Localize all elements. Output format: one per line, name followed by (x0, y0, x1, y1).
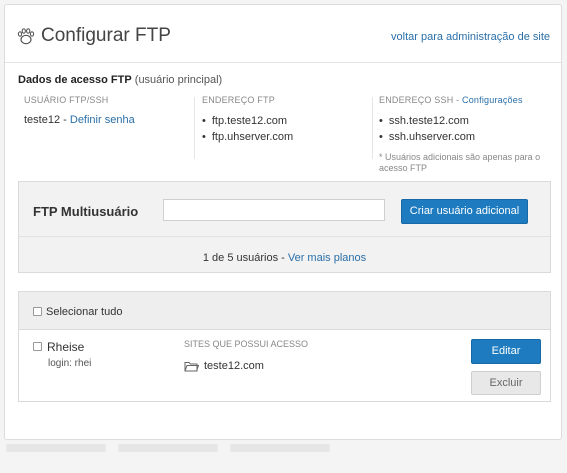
user-col-label: USUÁRIO FTP/SSH (24, 95, 109, 105)
column-divider (372, 97, 373, 159)
ssh-label-text: ENDEREÇO SSH (379, 95, 454, 105)
ssh-note: * Usuários adicionais são apenas para o … (379, 152, 541, 173)
page-title: Configurar FTP (17, 25, 171, 47)
ssh-address: ssh.uhserver.com (379, 129, 549, 145)
multiuser-title: FTP Multiusuário (33, 204, 139, 219)
ftp-address-list: ftp.teste12.com ftp.uhserver.com (202, 113, 293, 145)
page-header: Configurar FTP voltar para administração… (5, 5, 561, 63)
sites-label: SITES QUE POSSUI ACESSO (184, 339, 309, 349)
ftp-address-column: ENDEREÇO FTP ftp.teste12.com ftp.uhserve… (202, 95, 293, 145)
access-heading: Dados de acesso FTP (18, 74, 132, 86)
user-separator: - (60, 114, 70, 126)
user-count-text: 1 de 5 usuários (202, 252, 279, 264)
ssh-config-link[interactable]: Configurações (462, 95, 523, 105)
column-divider (194, 97, 195, 159)
users-list-panel: Selecionar tudo Rheise login: rhei SITES… (18, 291, 551, 402)
set-password-link[interactable]: Definir senha (70, 114, 135, 126)
ssh-col-label: ENDEREÇO SSH - Configurações (379, 95, 549, 105)
panel-divider (19, 236, 550, 237)
ssh-separator: - (453, 95, 463, 105)
site-name: teste12.com (204, 360, 264, 372)
access-section-heading: Dados de acesso FTP (usuário principal) (18, 74, 222, 86)
more-plans-link[interactable]: Ver mais planos (288, 252, 366, 264)
bottom-tab[interactable] (6, 444, 106, 452)
multiuser-panel: FTP Multiusuário Criar usuário adicional… (18, 181, 551, 273)
ftp-username: teste12 (24, 114, 61, 126)
search-input[interactable] (163, 199, 385, 221)
access-heading-sub: (usuário principal) (134, 74, 223, 86)
select-all-bar: Selecionar tudo (19, 292, 550, 330)
ssh-address-column: ENDEREÇO SSH - Configurações ssh.teste12… (379, 95, 549, 174)
folder-icon (184, 361, 199, 371)
bottom-tab[interactable] (230, 444, 330, 452)
page-title-text: Configurar FTP (41, 25, 171, 46)
ftp-address: ftp.uhserver.com (202, 129, 293, 145)
back-to-site-admin-link[interactable]: voltar para administração de site (391, 31, 550, 43)
user-column: USUÁRIO FTP/SSH teste12 - Definir senha (24, 95, 135, 126)
ftp-address: ftp.teste12.com (202, 113, 293, 129)
ftp-config-card: Configurar FTP voltar para administração… (4, 4, 562, 440)
user-name: Rheise (47, 340, 85, 354)
edit-button[interactable]: Editar (471, 339, 541, 364)
user-col-value: teste12 - Definir senha (24, 114, 135, 126)
user-login: login: rhei (48, 358, 92, 369)
ssh-address-list: ssh.teste12.com ssh.uhserver.com (379, 113, 549, 145)
select-all-label: Selecionar tudo (46, 306, 123, 318)
bottom-tab[interactable] (118, 444, 218, 452)
select-all-checkbox[interactable] (33, 307, 42, 316)
create-user-button[interactable]: Criar usuário adicional (401, 199, 528, 224)
paw-icon (17, 27, 35, 44)
count-separator: - (278, 252, 288, 264)
user-count: 1 de 5 usuários - Ver mais planos (19, 252, 550, 264)
user-checkbox[interactable] (33, 342, 42, 351)
ftp-col-label: ENDEREÇO FTP (202, 95, 275, 105)
delete-button[interactable]: Excluir (471, 371, 541, 395)
ssh-address: ssh.teste12.com (379, 113, 549, 129)
site-item: teste12.com (184, 360, 264, 372)
